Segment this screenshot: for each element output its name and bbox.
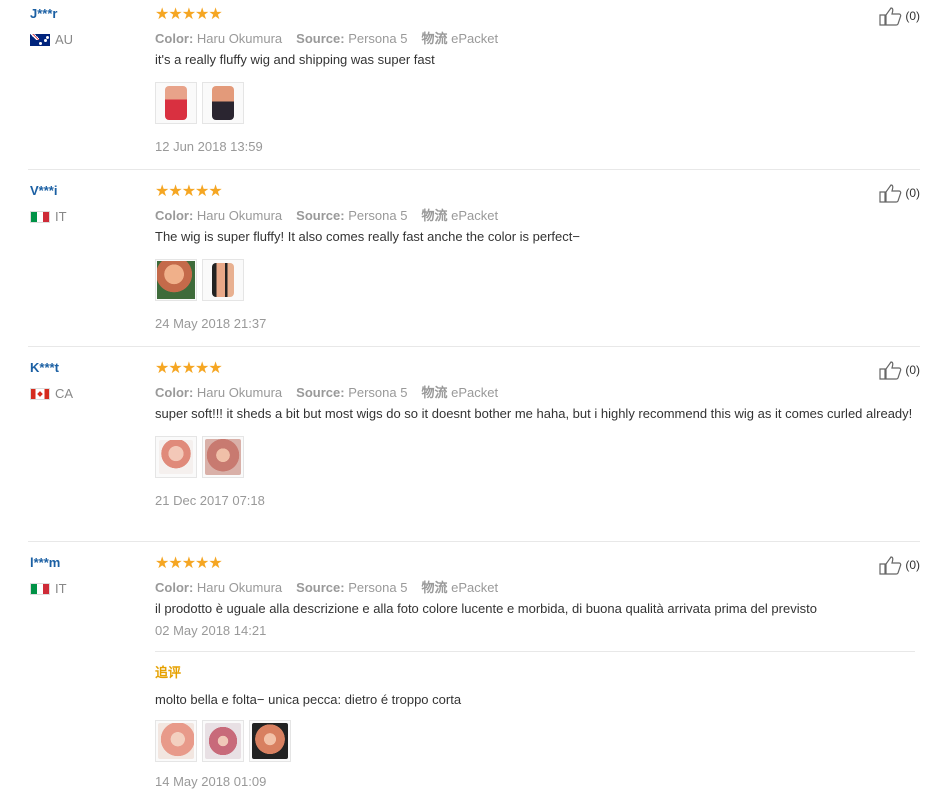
source-value: Persona 5: [348, 31, 408, 46]
helpful-button[interactable]: (0): [879, 183, 920, 203]
country-code: IT: [55, 581, 67, 596]
review-text: super soft!!! it sheds a bit but most wi…: [155, 406, 913, 421]
helpful-count: (0): [905, 558, 920, 572]
sku-attributes: Color: Haru Okumura Source: Persona 5 物流 e…: [155, 205, 915, 223]
color-label: Color:: [155, 31, 194, 46]
it-flag-icon: [30, 210, 50, 223]
followup-date: 14 May 2018 01:09: [155, 774, 267, 789]
review-photos: [155, 82, 915, 124]
sku-attributes: Color: Haru Okumura Source: Persona 5 物流 e…: [155, 382, 915, 400]
shipping-value: ePacket: [451, 208, 499, 223]
review-photo-thumbnail[interactable]: [155, 82, 197, 124]
thumbs-up-icon: [879, 556, 902, 575]
country-code: CA: [55, 386, 74, 401]
shipping-value: ePacket: [451, 31, 499, 46]
star-rating: ★★★★★: [155, 360, 223, 377]
it-flag-icon: [30, 582, 50, 595]
color-label: Color:: [155, 580, 194, 595]
review-photo-thumbnail[interactable]: [155, 436, 197, 478]
ca-flag-icon: [30, 387, 50, 400]
reviewer-name[interactable]: V***i: [30, 183, 57, 199]
review-divider: [28, 346, 920, 347]
reviewer-country: IT: [30, 581, 67, 596]
review-date: 12 Jun 2018 13:59: [155, 139, 263, 154]
review-photo-thumbnail[interactable]: [249, 720, 291, 762]
shipping-label: 物流: [421, 385, 448, 400]
shipping-value: ePacket: [451, 385, 499, 400]
star-rating: ★★★★★: [155, 555, 223, 572]
source-label: Source:: [296, 385, 345, 400]
color-value: Haru Okumura: [196, 208, 283, 223]
au-flag-icon: [30, 33, 50, 46]
color-label: Color:: [155, 385, 194, 400]
followup-label: 追评: [155, 665, 182, 680]
star-rating: ★★★★★: [155, 183, 223, 200]
reviewer-name[interactable]: K***t: [30, 360, 59, 376]
country-code: IT: [55, 209, 67, 224]
sku-attributes: Color: Haru Okumura Source: Persona 5 物流 e…: [155, 577, 915, 595]
shipping-value: ePacket: [451, 580, 499, 595]
review-photos: [155, 259, 915, 301]
followup-photos: [155, 720, 915, 762]
color-label: Color:: [155, 208, 194, 223]
reviewer-country: AU: [30, 32, 73, 47]
shipping-label: 物流: [421, 580, 448, 595]
thumbs-up-icon: [879, 7, 902, 26]
helpful-button[interactable]: (0): [879, 6, 920, 26]
review-date: 24 May 2018 21:37: [155, 316, 267, 331]
thumbs-up-icon: [879, 361, 902, 380]
shipping-label: 物流: [421, 31, 448, 46]
review-photo-thumbnail[interactable]: [202, 436, 244, 478]
shipping-label: 物流: [421, 208, 448, 223]
helpful-count: (0): [905, 9, 920, 23]
color-value: Haru Okumura: [196, 580, 283, 595]
reviewer-name[interactable]: l***m: [30, 555, 60, 571]
source-label: Source:: [296, 580, 345, 595]
review-text: il prodotto è uguale alla descrizione e …: [155, 601, 817, 616]
sku-attributes: Color: Haru Okumura Source: Persona 5 物流 e…: [155, 28, 915, 46]
followup-text: molto bella e folta− unica pecca: dietro…: [155, 692, 462, 707]
country-code: AU: [55, 32, 74, 47]
helpful-button[interactable]: (0): [879, 555, 920, 575]
helpful-count: (0): [905, 186, 920, 200]
color-value: Haru Okumura: [196, 385, 283, 400]
review-photo-thumbnail[interactable]: [202, 82, 244, 124]
reviewer-country: IT: [30, 209, 67, 224]
review-photo-thumbnail[interactable]: [155, 720, 197, 762]
review-date: 21 Dec 2017 07:18: [155, 493, 265, 508]
review-photo-thumbnail[interactable]: [202, 720, 244, 762]
color-value: Haru Okumura: [196, 31, 283, 46]
helpful-button[interactable]: (0): [879, 360, 920, 380]
source-label: Source:: [296, 208, 345, 223]
review-text: The wig is super fluffy! It also comes r…: [155, 229, 580, 244]
source-value: Persona 5: [348, 580, 408, 595]
reviewer-name[interactable]: J***r: [30, 6, 57, 22]
source-value: Persona 5: [348, 385, 408, 400]
helpful-count: (0): [905, 363, 920, 377]
review-photo-thumbnail[interactable]: [155, 259, 197, 301]
review-text: it's a really fluffy wig and shipping wa…: [155, 52, 435, 67]
reviewer-country: CA: [30, 386, 73, 401]
review-date: 02 May 2018 14:21: [155, 623, 267, 638]
review-photo-thumbnail[interactable]: [202, 259, 244, 301]
thumbs-up-icon: [879, 184, 902, 203]
source-label: Source:: [296, 31, 345, 46]
source-value: Persona 5: [348, 208, 408, 223]
followup-divider: [155, 651, 915, 652]
review-divider: [28, 169, 920, 170]
star-rating: ★★★★★: [155, 6, 223, 23]
review-photos: [155, 436, 915, 478]
review-divider: [28, 541, 920, 542]
